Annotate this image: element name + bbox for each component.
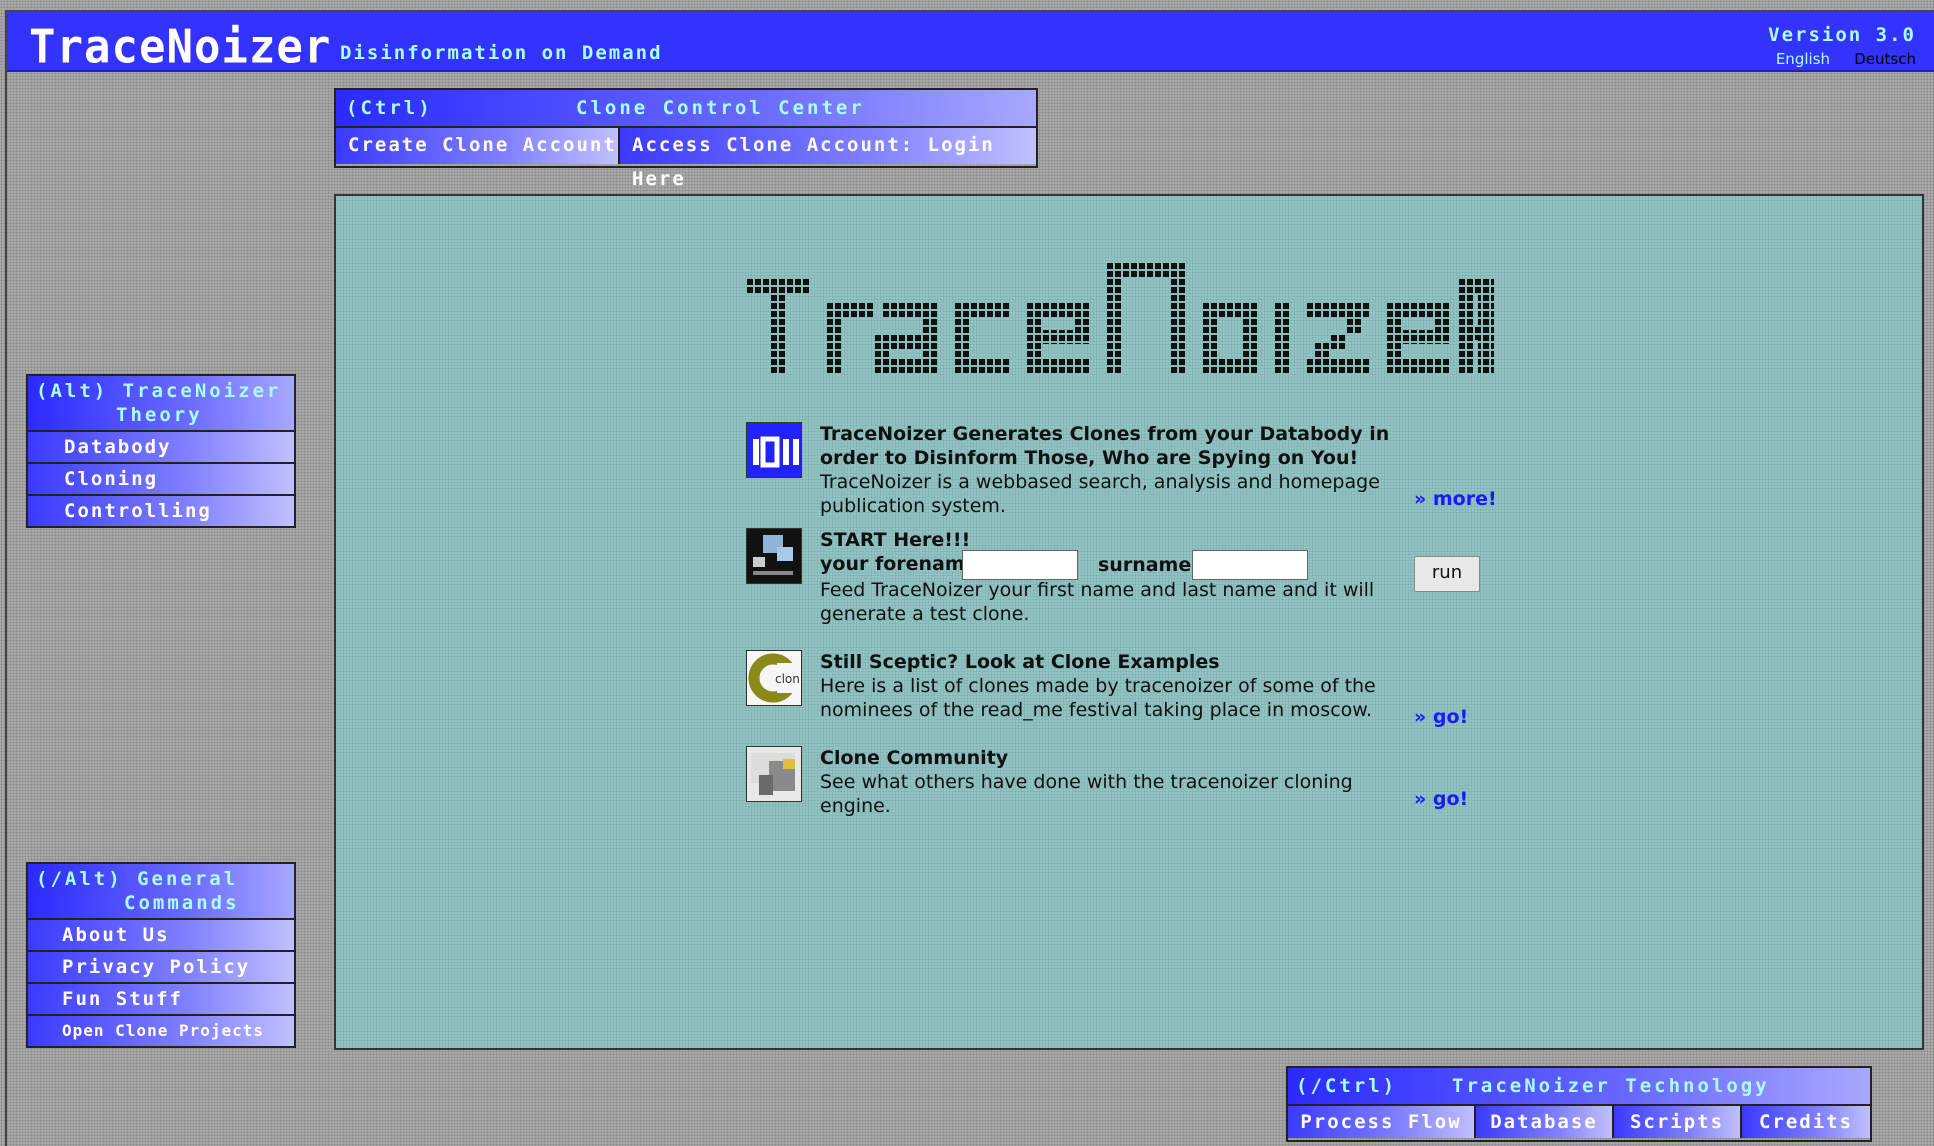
clone-control-center-title: Clone Control Center [576,97,865,119]
menu-item-privacy-policy[interactable]: Privacy Policy [28,950,294,982]
intro-text: TraceNoizer is a webbased search, analys… [820,471,1380,517]
ctrl-key-label: (Ctrl) [346,97,433,119]
start-description: Feed TraceNoizer your first name and las… [820,579,1375,625]
menu-item-cloning[interactable]: Cloning [28,462,294,494]
credits-button[interactable]: Credits [1742,1104,1870,1138]
language-deutsch-link[interactable]: Deutsch [1854,50,1916,68]
examples-section: clon Still Sceptic? Look at Clone Exampl… [746,650,1466,730]
general-commands-header: (/Alt) General Commands [28,864,294,918]
menu-item-databody[interactable]: Databody [28,430,294,462]
clone-community-icon [746,746,802,802]
technology-key-label: (/Ctrl) [1296,1075,1398,1097]
version-label: Version 3.0 [1768,24,1916,46]
tagline: Disinformation on Demand [340,42,663,64]
surname-label: surname: [1098,554,1199,576]
main-panel: TraceNoizer Generates Clones from your D… [334,194,1924,1050]
technology-menu: (/Ctrl) TraceNoizer Technology Process F… [1286,1066,1872,1142]
more-link[interactable]: » more! [1414,488,1497,510]
surname-input[interactable] [1192,550,1308,580]
start-section: START Here!!! your forename Feed TraceNo… [746,528,1466,638]
forename-input[interactable] [962,550,1078,580]
access-clone-account-button[interactable]: Access Clone Account: Login Here [620,126,1036,190]
community-heading: Clone Community [820,747,1009,769]
clone-start-icon [746,528,802,584]
technology-menu-title: TraceNoizer Technology [1452,1075,1770,1097]
start-heading: START Here!!! [820,529,971,551]
top-header: TraceNoizer Disinformation on Demand Ver… [7,12,1934,75]
language-english-link[interactable]: English [1776,50,1830,68]
process-flow-button[interactable]: Process Flow [1288,1104,1476,1138]
technology-menu-header: (/Ctrl) TraceNoizer Technology [1288,1068,1870,1104]
create-clone-account-button[interactable]: Create Clone Account [336,126,620,164]
run-button[interactable]: run [1414,556,1480,592]
menu-item-controlling[interactable]: Controlling [28,494,294,526]
theory-menu-header: (Alt) TraceNoizer Theory [28,376,294,430]
site-logo[interactable]: TraceNoizer [29,21,331,75]
examples-text: Here is a list of clones made by traceno… [820,675,1376,721]
examples-go-link[interactable]: » go! [1414,706,1468,728]
clone-control-center-header: (Ctrl) Clone Control Center [336,90,1036,126]
menu-item-fun-stuff[interactable]: Fun Stuff [28,982,294,1014]
svg-text:clon: clon [775,672,800,686]
theory-menu: (Alt) TraceNoizer Theory Databody Clonin… [26,374,296,528]
general-commands-key: (/Alt) General [36,868,239,890]
scripts-button[interactable]: Scripts [1614,1104,1742,1138]
community-text: See what others have done with the trace… [820,771,1353,817]
binary-icon [746,422,802,478]
menu-item-open-clone-projects[interactable]: Open Clone Projects [28,1014,294,1046]
examples-heading: Still Sceptic? Look at Clone Examples [820,651,1220,673]
tracenoizer-big-logo [746,262,1494,374]
clone-examples-icon: clon [746,650,802,706]
theory-menu-key: (Alt) TraceNoizer [36,380,282,402]
forename-label: your forename [820,553,978,575]
theory-menu-title: Theory [116,404,203,426]
general-commands-menu: (/Alt) General Commands About Us Privacy… [26,862,296,1048]
community-go-link[interactable]: » go! [1414,788,1468,810]
clone-control-center: (Ctrl) Clone Control Center Create Clone… [334,88,1038,190]
menu-item-about-us[interactable]: About Us [28,918,294,950]
database-button[interactable]: Database [1476,1104,1614,1138]
intro-section: TraceNoizer Generates Clones from your D… [746,422,1466,518]
intro-heading: TraceNoizer Generates Clones from your D… [820,423,1390,469]
community-section: Clone Community See what others have don… [746,746,1466,817]
general-commands-title: Commands [124,892,240,914]
